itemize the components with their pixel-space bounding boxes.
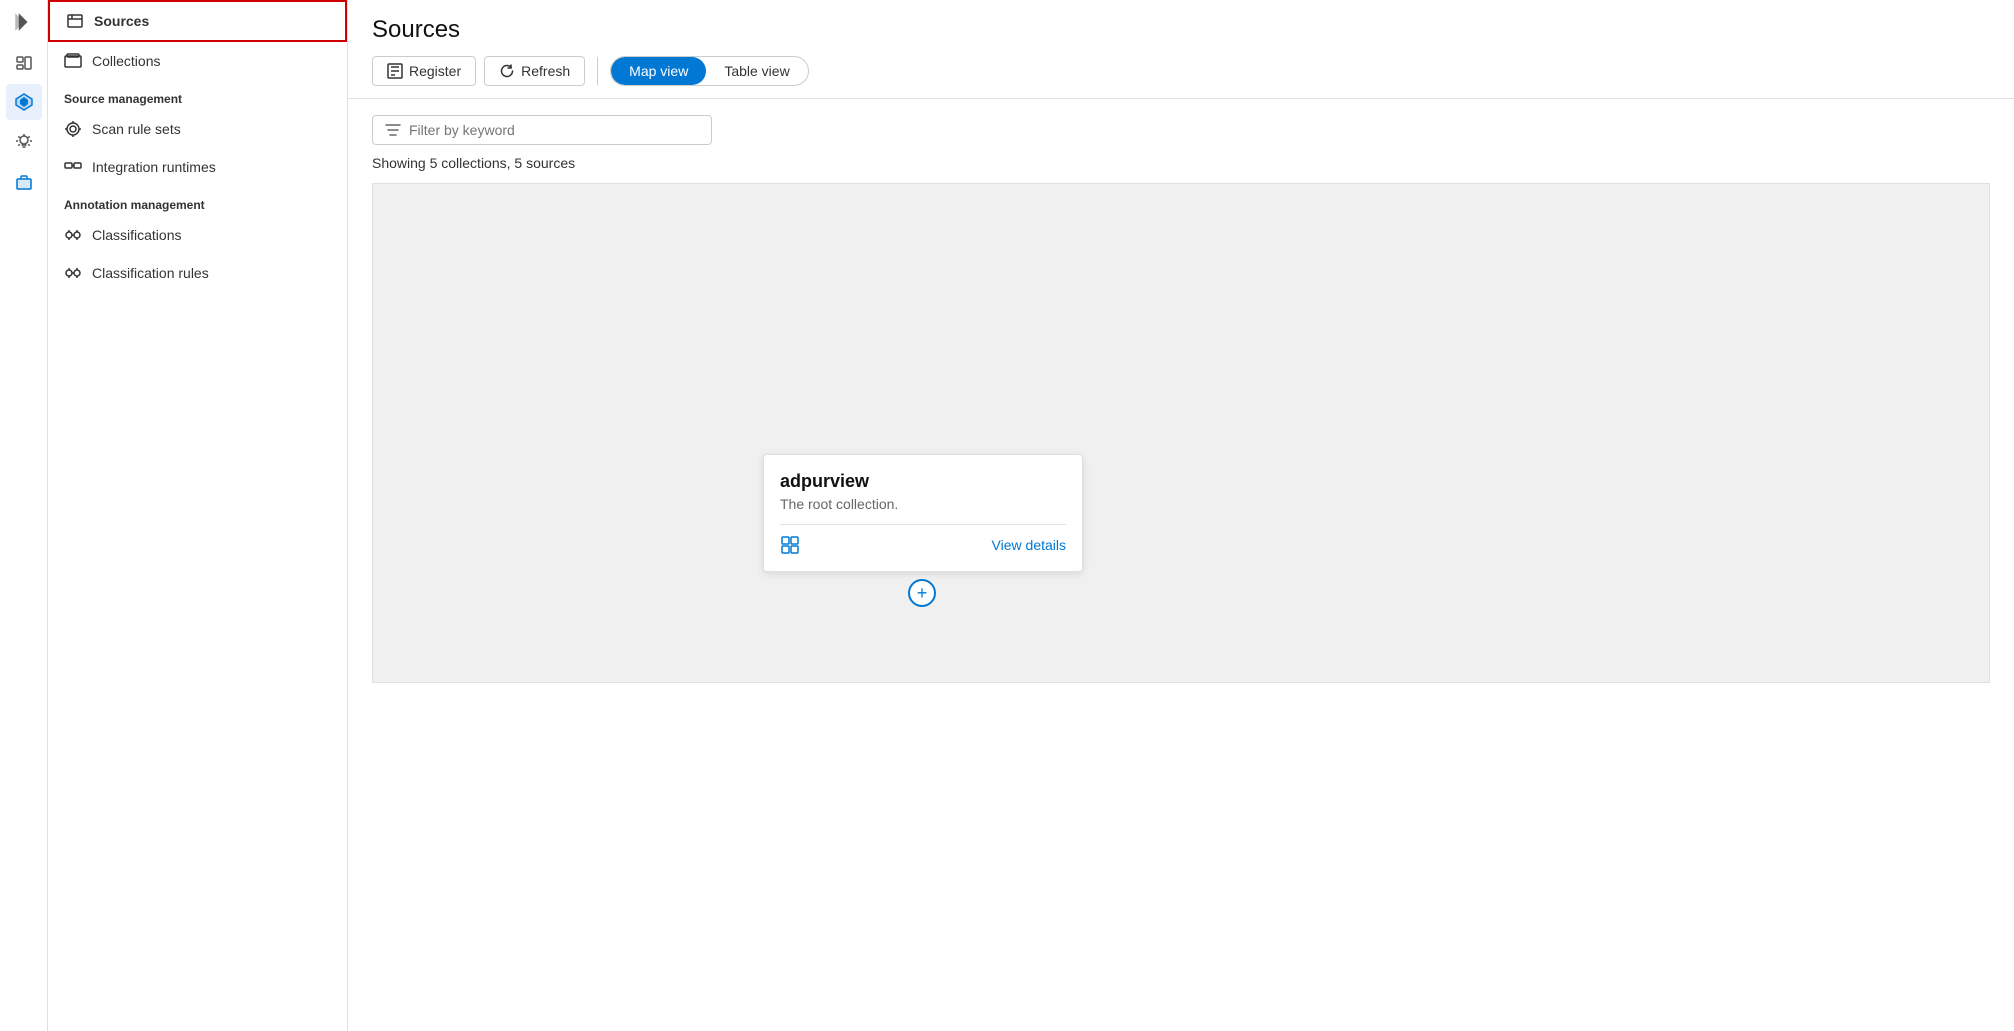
showing-text: Showing 5 collections, 5 sources bbox=[372, 155, 1990, 171]
source-management-section: Source management bbox=[48, 80, 347, 110]
classification-rules-icon bbox=[64, 264, 82, 282]
collection-card: adpurview The root collection. View deta… bbox=[763, 454, 1083, 572]
integration-runtimes-icon bbox=[64, 158, 82, 176]
map-area: adpurview The root collection. View deta… bbox=[372, 183, 1990, 683]
purview-icon-btn[interactable] bbox=[6, 84, 42, 120]
sidebar-item-integration-runtimes[interactable]: Integration runtimes bbox=[48, 148, 347, 186]
sidebar-item-classifications[interactable]: Classifications bbox=[48, 216, 347, 254]
sidebar-item-classification-rules[interactable]: Classification rules bbox=[48, 254, 347, 292]
insights-icon-btn[interactable] bbox=[6, 124, 42, 160]
sidebar: Sources Collections Source management Sc… bbox=[48, 0, 348, 1031]
page-header: Sources Register Refresh bbox=[348, 0, 2014, 99]
sidebar-item-collections[interactable]: Collections bbox=[48, 42, 347, 80]
toolbar: Register Refresh Map view Table view bbox=[372, 56, 1990, 98]
card-footer: View details bbox=[780, 524, 1066, 555]
sources-label: Sources bbox=[94, 13, 149, 29]
classifications-label: Classifications bbox=[92, 227, 181, 243]
map-view-button[interactable]: Map view bbox=[611, 57, 706, 85]
main-content: Sources Register Refresh bbox=[348, 0, 2014, 1031]
integration-runtimes-label: Integration runtimes bbox=[92, 159, 216, 175]
scan-rule-sets-label: Scan rule sets bbox=[92, 121, 181, 137]
table-view-button[interactable]: Table view bbox=[706, 57, 807, 85]
sources-icon bbox=[66, 12, 84, 30]
view-toggle: Map view Table view bbox=[610, 56, 809, 86]
management-icon-btn[interactable] bbox=[6, 164, 42, 200]
annotation-management-section: Annotation management bbox=[48, 186, 347, 216]
card-title: adpurview bbox=[780, 471, 1066, 492]
card-subtitle: The root collection. bbox=[780, 496, 1066, 512]
page-title: Sources bbox=[372, 16, 1990, 44]
register-button[interactable]: Register bbox=[372, 56, 476, 86]
refresh-button[interactable]: Refresh bbox=[484, 56, 585, 86]
grid-icon bbox=[780, 535, 800, 555]
scan-rule-sets-icon bbox=[64, 120, 82, 138]
home-icon-btn[interactable] bbox=[6, 44, 42, 80]
collections-icon bbox=[64, 52, 82, 70]
expand-button[interactable] bbox=[10, 8, 38, 36]
content-area: Showing 5 collections, 5 sources adpurvi… bbox=[348, 99, 2014, 1031]
filter-input[interactable] bbox=[409, 122, 699, 138]
classifications-icon bbox=[64, 226, 82, 244]
icon-rail bbox=[0, 0, 48, 1031]
add-child-button[interactable]: + bbox=[908, 579, 936, 607]
sidebar-item-sources[interactable]: Sources bbox=[48, 0, 347, 42]
refresh-icon bbox=[499, 63, 515, 79]
sidebar-item-scan-rule-sets[interactable]: Scan rule sets bbox=[48, 110, 347, 148]
classification-rules-label: Classification rules bbox=[92, 265, 209, 281]
filter-icon bbox=[385, 122, 401, 138]
collections-label: Collections bbox=[92, 53, 160, 69]
toolbar-divider bbox=[597, 57, 598, 85]
view-details-link[interactable]: View details bbox=[992, 537, 1066, 553]
register-icon bbox=[387, 63, 403, 79]
filter-bar[interactable] bbox=[372, 115, 712, 145]
